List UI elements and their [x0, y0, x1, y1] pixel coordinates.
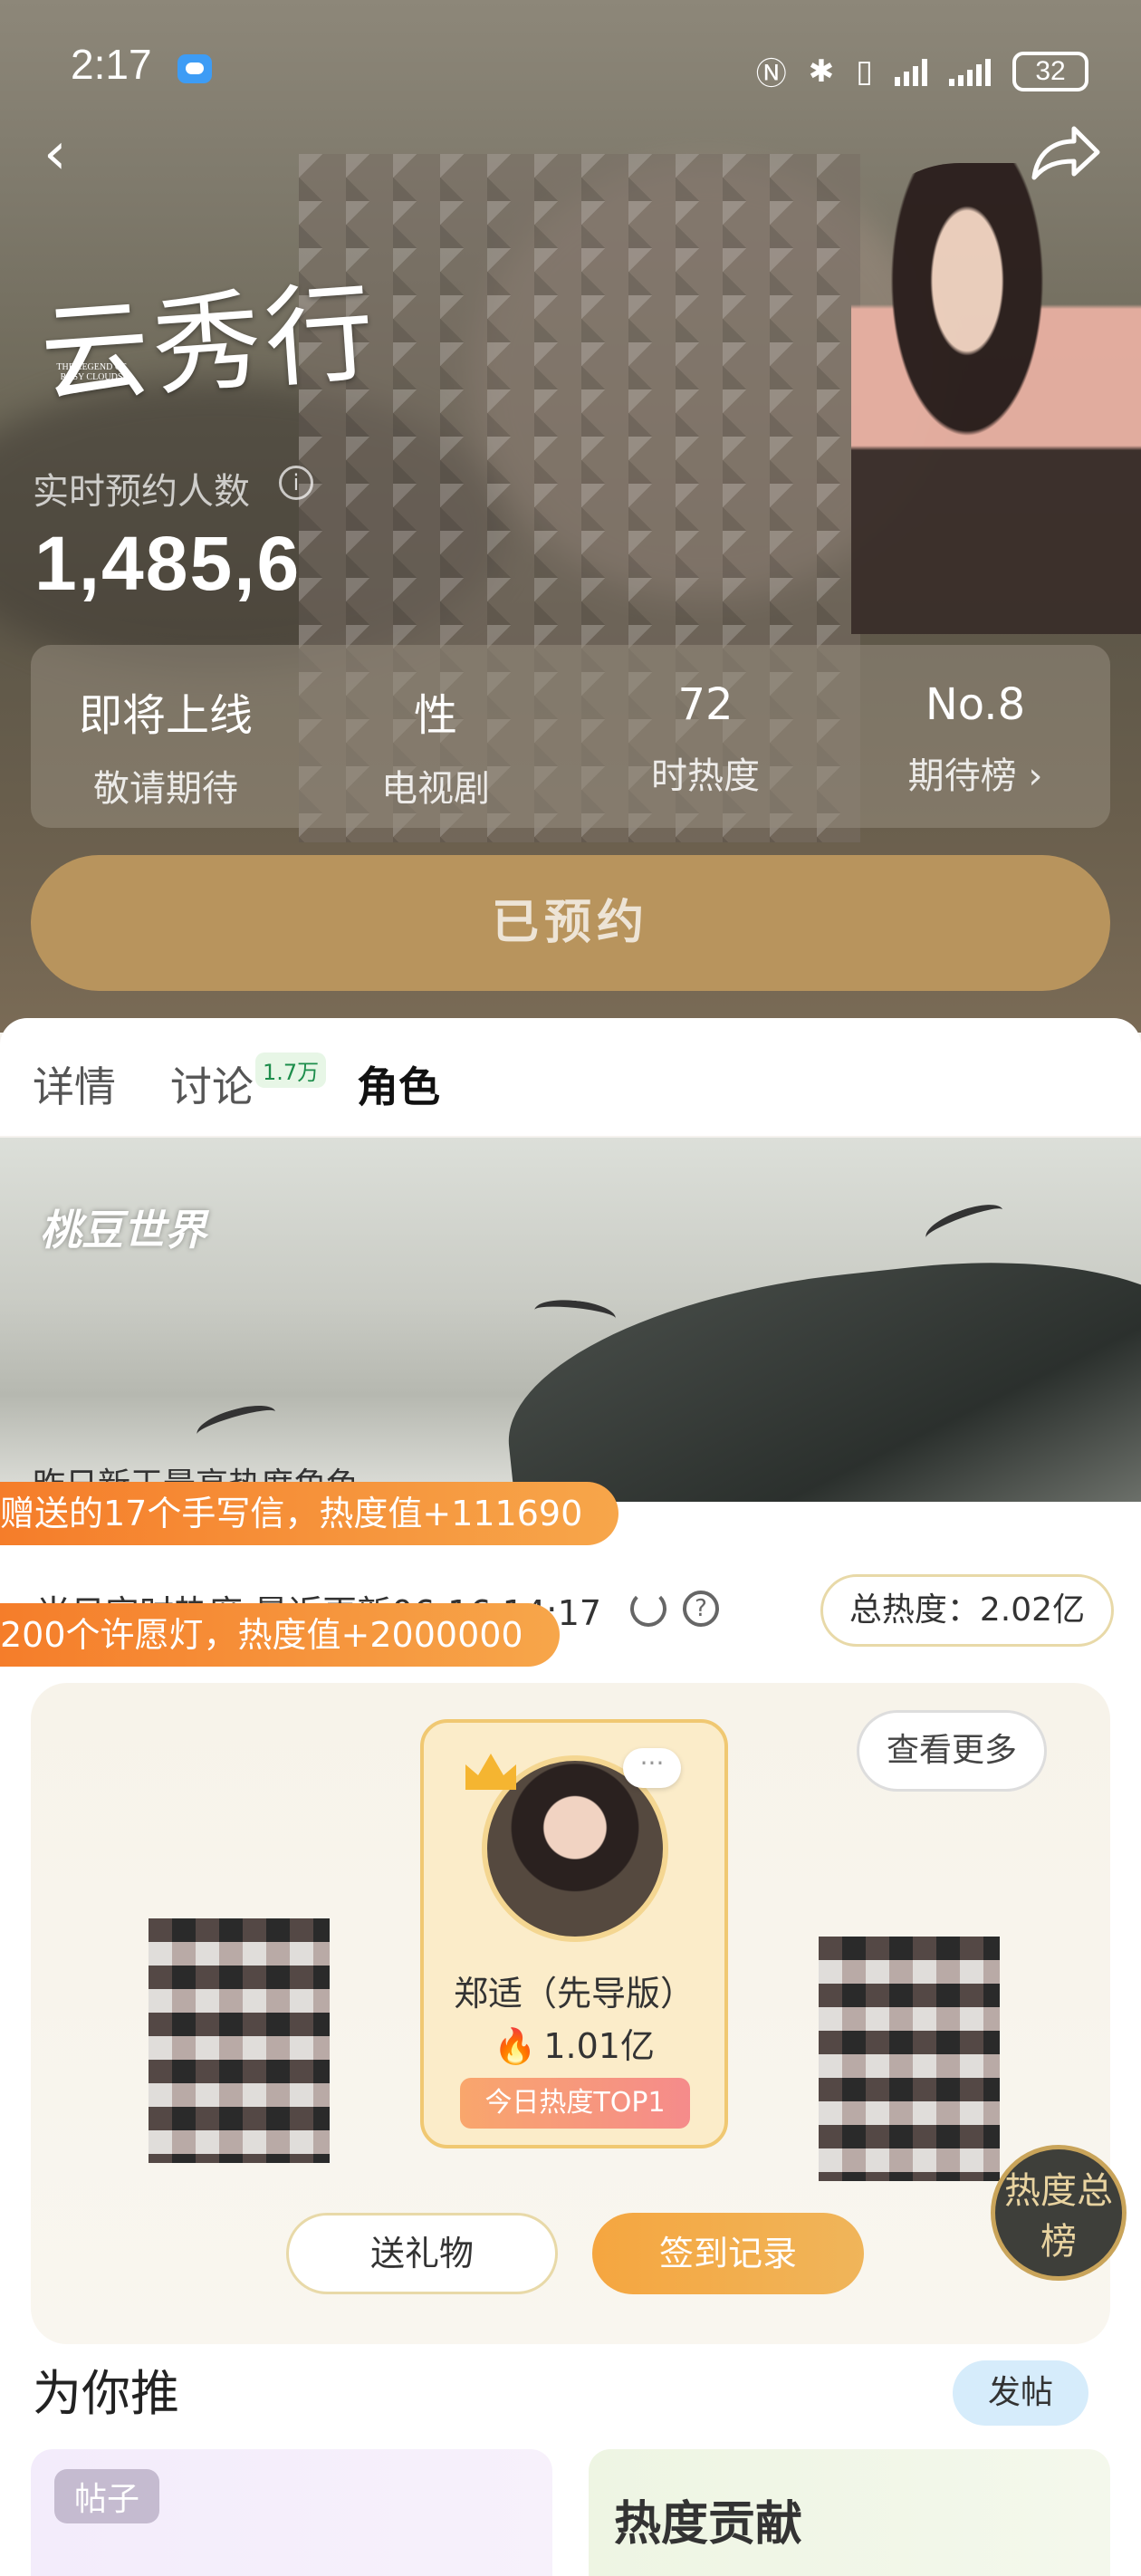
tab-bar: 详情 讨论 1.7万 角色 — [0, 1018, 1141, 1136]
nfc-icon: Ⓝ — [755, 56, 787, 92]
show-logo: 云秀行 — [36, 270, 382, 419]
refresh-icon[interactable] — [630, 1591, 666, 1627]
stat-genre: 性 电视剧 — [301, 645, 570, 828]
bird-icon — [193, 1399, 280, 1447]
signal-icon — [949, 57, 991, 86]
battery-level: 32 — [1035, 55, 1066, 86]
post-button[interactable]: 发帖 — [953, 2360, 1088, 2426]
top-role-name: 郑适（先导版） — [453, 1974, 695, 2014]
checkin-record-button[interactable]: 签到记录 — [592, 2213, 864, 2294]
world-banner[interactable]: 桃豆世界 昨日新王最高热度角色 — [0, 1138, 1141, 1505]
vibrate-icon: ▯ — [856, 53, 873, 90]
ranking-panel: 查看更多 ··· 郑适（先导版） 🔥 1.01亿 今日热度TOP1 送礼物 签到记… — [31, 1683, 1127, 2344]
top-role-card[interactable]: ··· 郑适（先导版） 🔥 1.01亿 今日热度TOP1 — [420, 1719, 728, 2148]
top-heat-value: 1.01亿 — [543, 2026, 655, 2066]
stat-value: 即将上线 — [78, 690, 253, 741]
stat-label: 电视剧 — [381, 768, 490, 810]
stat-value: No.8 — [925, 679, 1026, 730]
status-icons: Ⓝ ✱ ▯ 32 — [756, 49, 1088, 93]
stat-label: 期待榜 › — [907, 755, 1043, 797]
stat-label: 敬请期待 — [93, 768, 238, 810]
reserved-button[interactable]: 已预约 — [31, 855, 1110, 991]
hero-actor-image — [851, 163, 1141, 634]
posts-card[interactable]: 帖子 — [31, 2449, 552, 2576]
stat-rank[interactable]: No.8 期待榜 › — [840, 645, 1110, 828]
stat-heat: 72 时热度 — [570, 645, 840, 828]
bluetooth-icon: ✱ — [808, 53, 835, 90]
tab-details[interactable]: 详情 — [33, 1054, 116, 1114]
status-bar: 2:17 Ⓝ ✱ ▯ 32 — [0, 0, 1141, 136]
censored-rank-2[interactable] — [149, 1918, 330, 2163]
total-heat: 总热度：2.02亿 — [820, 1574, 1114, 1647]
reserve-count: 1,485,6 — [34, 521, 302, 606]
censored-rank-3[interactable] — [819, 1937, 1000, 2181]
tab-discussion[interactable]: 讨论 — [170, 1054, 254, 1114]
see-more-button[interactable]: 查看更多 — [857, 1710, 1047, 1792]
bird-icon — [921, 1197, 1008, 1251]
posts-tag: 帖子 — [54, 2469, 160, 2523]
chat-icon — [177, 54, 212, 83]
gift-ticker: 200个许愿灯，热度值+2000000 — [0, 1603, 560, 1667]
stat-status: 即将上线 敬请期待 — [31, 645, 301, 828]
stats-panel: 即将上线 敬请期待 性 电视剧 72 时热度 No.8 期待榜 › — [31, 645, 1110, 828]
recommend-title: 为你推 — [33, 2365, 179, 2422]
gift-ticker: 赠送的17个手写信，热度值+111690 — [0, 1482, 619, 1545]
banner-logo: 桃豆世界 — [40, 1206, 206, 1254]
back-icon[interactable]: ‹ — [43, 125, 98, 183]
stat-label: 时热度 — [651, 755, 760, 797]
help-icon[interactable]: ? — [683, 1591, 719, 1627]
reserve-label: 实时预约人数 — [33, 471, 250, 513]
top-role-heat: 🔥 1.01亿 — [424, 2018, 724, 2068]
banner-mountain — [494, 1237, 1141, 1505]
hero-banner: 2:17 Ⓝ ✱ ▯ 32 ‹ 云秀行 THE LEGEND OF ROSY C… — [0, 0, 1141, 1033]
crown-icon — [465, 1754, 516, 1790]
signal-icon — [895, 57, 927, 86]
chat-bubble-icon[interactable]: ··· — [623, 1748, 681, 1788]
tab-roles[interactable]: 角色 — [357, 1054, 440, 1114]
discussion-count-badge: 1.7万 — [255, 1053, 327, 1088]
flame-icon: 🔥 — [494, 2026, 537, 2066]
battery-icon: 32 — [1012, 51, 1088, 91]
status-time: 2:17 — [71, 41, 152, 88]
heat-ranking-badge[interactable]: 热度总榜 — [991, 2145, 1127, 2281]
info-icon[interactable]: i — [279, 466, 313, 500]
heat-contribution-title: 热度贡献 — [614, 2497, 803, 2552]
top1-badge: 今日热度TOP1 — [460, 2078, 690, 2129]
heat-contribution-card[interactable]: 热度贡献 — [589, 2449, 1110, 2576]
stat-value: 72 — [677, 679, 734, 730]
send-gift-button[interactable]: 送礼物 — [286, 2213, 558, 2294]
stat-value: 性 — [413, 690, 457, 741]
share-icon[interactable] — [1029, 121, 1101, 185]
roles-content: 赠送的17个手写信，热度值+111690 当日实时热度 最近更新06-16 14… — [0, 1482, 1141, 2576]
show-logo-subtitle: THE LEGEND OF ROSY CLOUDS — [56, 362, 127, 382]
bird-icon — [532, 1296, 618, 1332]
